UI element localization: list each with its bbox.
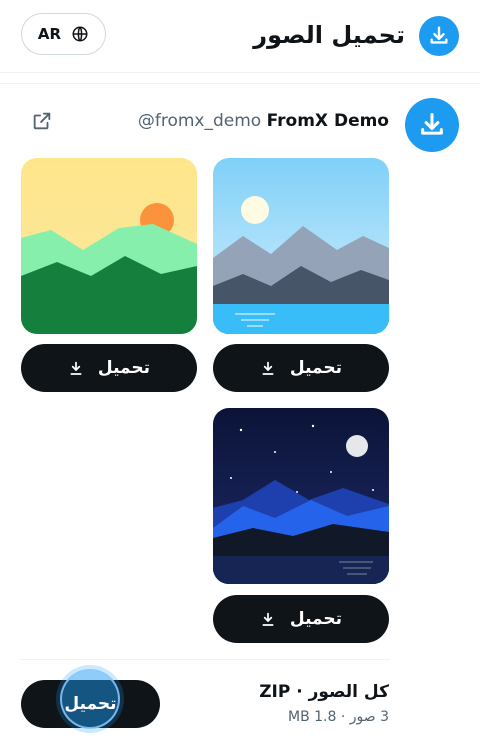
zip-title: كل الصور · ZIP — [259, 682, 389, 702]
download-button-3[interactable]: تحميل — [213, 595, 389, 643]
download-button-label: تحميل — [289, 358, 343, 378]
account-name: FromX Demo — [266, 111, 389, 131]
download-arrow-icon — [260, 611, 276, 627]
globe-icon — [71, 25, 89, 43]
page-title: تحميل الصور — [253, 21, 405, 49]
download-zip-label: تحميل — [64, 694, 117, 714]
download-button-label: تحميل — [97, 358, 151, 378]
external-link-icon[interactable] — [31, 110, 53, 132]
download-button-1[interactable]: تحميل — [213, 344, 389, 392]
image-thumbnail-2[interactable] — [21, 158, 197, 334]
zip-meta: 3 صور · 1.8 MB — [287, 709, 389, 725]
download-button-2[interactable]: تحميل — [21, 344, 197, 392]
avatar — [405, 98, 459, 152]
download-arrow-icon — [68, 360, 84, 376]
image-thumbnail-3[interactable] — [213, 408, 389, 584]
download-button-label: تحميل — [289, 609, 343, 629]
divider — [21, 659, 390, 660]
account-info: @fromx_demo FromX Demo — [138, 109, 389, 133]
account-handle: @fromx_demo — [137, 111, 262, 131]
language-label: AR — [37, 25, 62, 43]
language-button[interactable]: AR — [21, 13, 106, 55]
image-thumbnail-1[interactable] — [213, 158, 389, 334]
download-arrow-icon — [260, 360, 276, 376]
download-icon — [419, 16, 459, 56]
divider — [0, 83, 480, 84]
